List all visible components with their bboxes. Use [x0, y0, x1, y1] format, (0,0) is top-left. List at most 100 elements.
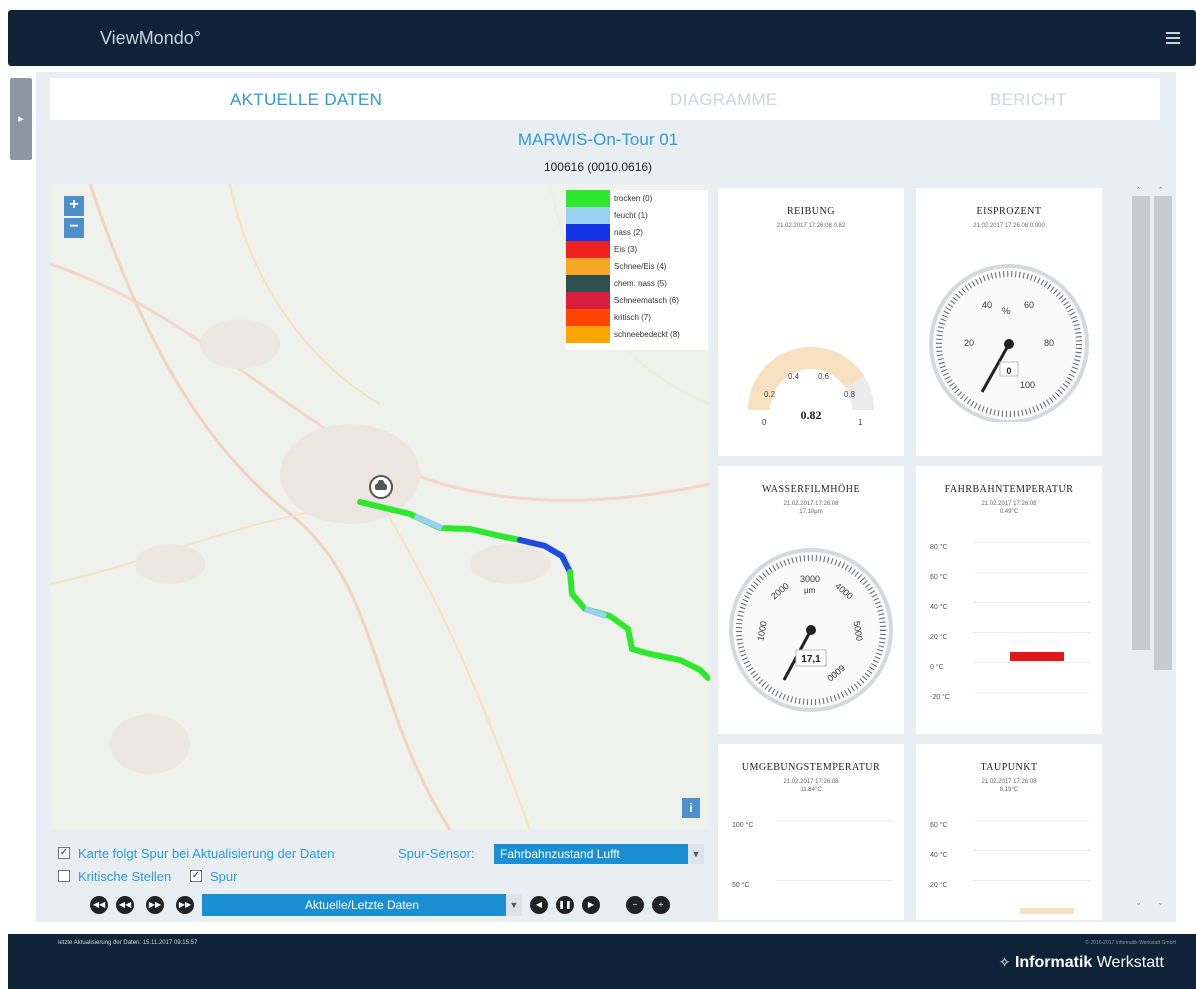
- gauge-value: 0.82: [800, 408, 822, 422]
- axis-label: 60 °C: [930, 574, 948, 581]
- legend-swatch: [566, 224, 610, 241]
- legend-label: nass (2): [614, 228, 643, 237]
- gauge-value: 17,1: [801, 654, 821, 665]
- legend-swatch: [566, 309, 610, 326]
- data-mode-select[interactable]: Aktuelle/Letzte Daten ▼: [202, 894, 522, 916]
- rewind-icon[interactable]: ◀◀: [116, 896, 134, 914]
- gauge-tick: 0.2: [764, 390, 776, 399]
- gauge-tick: 0.6: [818, 372, 830, 381]
- play-icon[interactable]: ▶: [582, 896, 600, 914]
- scrollbar-thumb[interactable]: [1132, 196, 1150, 650]
- speed-down-icon[interactable]: −: [626, 896, 644, 914]
- chevron-down-icon: ▼: [506, 894, 522, 916]
- scroll-down-icon[interactable]: ˇ: [1137, 902, 1140, 912]
- gauge-tick: 0.8: [844, 390, 856, 399]
- legend-swatch: [566, 326, 610, 343]
- gauge-tick: 3000: [800, 574, 821, 584]
- hamburger-menu-icon[interactable]: [1166, 32, 1180, 44]
- temperature-bar: [1020, 908, 1074, 914]
- legend-label: chem. nass (5): [614, 279, 667, 288]
- legend-swatch: [566, 292, 610, 309]
- data-mode-value: Aktuelle/Letzte Daten: [304, 898, 420, 912]
- tab-bericht[interactable]: BERICHT: [990, 90, 1067, 110]
- map-info-button[interactable]: i: [682, 798, 700, 818]
- card-wasserfilmhoehe: WASSERFILMHÖHE 21.02.2017 17:26:08 17.10…: [718, 466, 904, 734]
- vehicle-marker-icon[interactable]: [368, 474, 394, 504]
- speed-up-icon[interactable]: +: [652, 896, 670, 914]
- footer: letzte Aktualisierung der Daten: 15.11.2…: [8, 934, 1196, 989]
- axis-label: 0 °C: [930, 664, 944, 671]
- scroll-up-icon[interactable]: ˆ: [1137, 186, 1140, 196]
- skip-first-icon[interactable]: ◀◀: [90, 896, 108, 914]
- friction-gauge: [748, 346, 874, 410]
- legend-item: feucht (1): [566, 207, 708, 224]
- gauge-tick: 80: [1044, 338, 1055, 348]
- card-fahrbahntemperatur: FAHRBAHNTEMPERATUR 21.02.2017 17:26:08 0…: [916, 466, 1102, 734]
- axis-label: -20 °C: [930, 694, 950, 701]
- scroll-down-icon[interactable]: ˇ: [1159, 902, 1162, 912]
- legend-label: kritisch (7): [614, 313, 651, 322]
- sparkle-icon: ✧: [998, 954, 1011, 970]
- scroll-up-icon[interactable]: ˆ: [1159, 186, 1162, 196]
- axis-label: 80 °C: [930, 544, 948, 551]
- top-navbar: ViewMondo°: [8, 10, 1196, 66]
- card-timestamp: 21.02.2017 17:26:08: [783, 501, 839, 507]
- critical-points-label: Kritische Stellen: [78, 869, 172, 884]
- legend-item: nass (2): [566, 224, 708, 241]
- axis-label: 60 °C: [930, 822, 948, 829]
- tab-aktuelle-daten[interactable]: AKTUELLE DATEN: [230, 90, 382, 110]
- map-controls: ✓ Karte folgt Spur bei Aktualisierung de…: [50, 838, 710, 918]
- tab-diagramme[interactable]: DIAGRAMME: [670, 90, 778, 110]
- card-value-line: 17.10µm: [799, 509, 823, 515]
- legend-item: Schnee/Eis (4): [566, 258, 708, 275]
- legend-label: trocken (0): [614, 194, 653, 203]
- card-value-line: 8.19°C: [999, 787, 1019, 793]
- legend-label: Schnee/Eis (4): [614, 262, 667, 271]
- axis-label: 40 °C: [930, 852, 948, 859]
- card-taupunkt: TAUPUNKT 21.02.2017 17:26:08 8.19°C 60 °…: [916, 744, 1102, 920]
- card-value-line: 11.84°C: [800, 787, 822, 793]
- water-film-gauge: [729, 548, 893, 712]
- track-label: Spur: [210, 869, 238, 884]
- gauge-unit: µm: [804, 586, 816, 595]
- legend-label: Eis (3): [614, 245, 638, 254]
- card-eisprozent: EISPROZENT 21.02.2017 17:26:08 0.000 20 …: [916, 188, 1102, 456]
- map-view[interactable]: + − trocken (0) feucht (1) nass (2) Eis …: [50, 184, 710, 830]
- legend-label: Schneematsch (6): [614, 296, 679, 305]
- app-brand[interactable]: ViewMondo°: [100, 28, 201, 49]
- last-update-text: letzte Aktualisierung der Daten: 15.11.2…: [58, 940, 198, 946]
- axis-label: 50 °C: [732, 882, 750, 889]
- scrollbar-thumb[interactable]: [1154, 196, 1172, 670]
- gauge-value: 0: [1006, 366, 1012, 376]
- gauge-tick: 40: [982, 300, 993, 310]
- zoom-in-button[interactable]: +: [64, 196, 84, 216]
- logo-rest-text: Werkstatt: [1092, 954, 1164, 971]
- track-checkbox[interactable]: ✓: [190, 870, 202, 882]
- zoom-out-button[interactable]: −: [64, 218, 84, 238]
- legend-item: trocken (0): [566, 190, 708, 207]
- temperature-bar: [1010, 652, 1064, 661]
- gauge-tick: 0.4: [788, 372, 800, 381]
- step-back-icon[interactable]: ◀: [530, 896, 548, 914]
- pause-icon[interactable]: ❚❚: [556, 896, 574, 914]
- sensor-select[interactable]: Fahrbahnzustand Lufft ▼: [494, 844, 704, 864]
- legend-swatch: [566, 275, 610, 292]
- forward-icon[interactable]: ▶▶: [146, 896, 164, 914]
- card-umgebungstemperatur: UMGEBUNGSTEMPERATUR 21.02.2017 17:26:08 …: [718, 744, 904, 920]
- follow-track-checkbox[interactable]: ✓: [58, 847, 70, 859]
- axis-label: 20 °C: [930, 634, 948, 641]
- card-title: UMGEBUNGSTEMPERATUR: [741, 762, 881, 773]
- axis-label: 40 °C: [930, 604, 948, 611]
- page-title: MARWIS-On-Tour 01: [517, 130, 679, 149]
- legend-swatch: [566, 258, 610, 275]
- sensor-select-value: Fahrbahnzustand Lufft: [500, 847, 620, 861]
- critical-points-checkbox[interactable]: [58, 870, 70, 882]
- gauge-unit: %: [1002, 306, 1011, 316]
- card-timestamp: 21.02.2017 17:26:08: [981, 779, 1037, 785]
- skip-last-icon[interactable]: ▶▶: [176, 896, 194, 914]
- card-title: TAUPUNKT: [980, 762, 1038, 773]
- card-title: REIBUNG: [787, 206, 835, 217]
- legend-swatch: [566, 207, 610, 224]
- legend-item: kritisch (7): [566, 309, 708, 326]
- chevron-down-icon: ▼: [688, 844, 704, 864]
